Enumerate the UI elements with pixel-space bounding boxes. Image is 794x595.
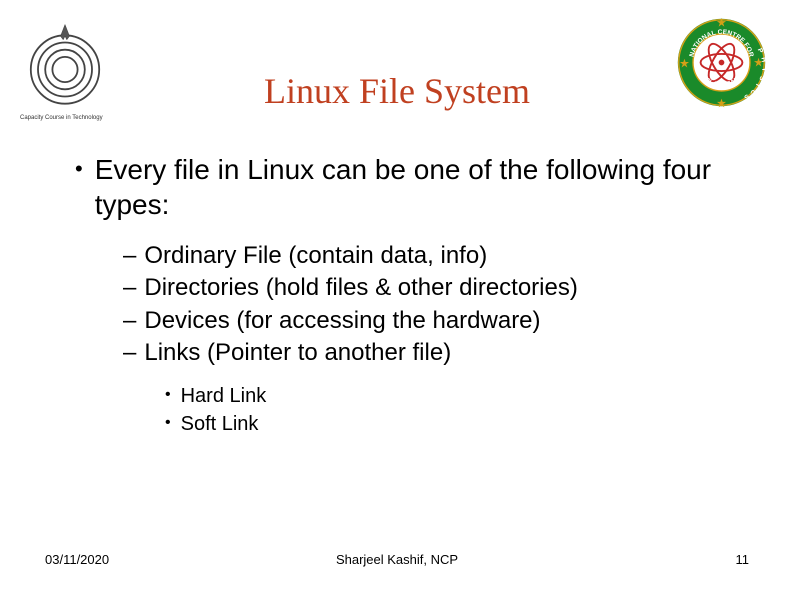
sub-item: – Links (Pointer to another file) [123, 337, 719, 369]
footer-date: 03/11/2020 [45, 552, 109, 567]
footer: 03/11/2020 Sharjeel Kashif, NCP 11 [0, 552, 794, 567]
dash-icon: – [123, 240, 136, 272]
sub-item-text: Links (Pointer to another file) [144, 337, 451, 369]
bullet-dot-icon: • [165, 410, 171, 438]
sub-sub-item-text: Soft Link [181, 410, 259, 438]
logo-left-caption: Capacity Course in Technology [20, 115, 110, 121]
bullet-dot-icon: • [75, 152, 83, 222]
dash-icon: – [123, 305, 136, 337]
footer-page-number: 11 [736, 552, 750, 567]
svg-text:Y: Y [760, 67, 767, 72]
slide: Capacity Course in Technology NATIONAL C [0, 0, 794, 595]
dash-icon: – [123, 337, 136, 369]
main-bullet-text: Every file in Linux can be one of the fo… [95, 152, 719, 222]
footer-author: Sharjeel Kashif, NCP [336, 552, 458, 567]
dash-icon: – [123, 272, 136, 304]
logo-left: Capacity Course in Technology [20, 20, 110, 110]
content-area: • Every file in Linux can be one of the … [0, 152, 794, 438]
sub-item-text: Ordinary File (contain data, info) [144, 240, 487, 272]
concentric-logo-icon [20, 20, 110, 110]
sub-sub-item: • Hard Link [165, 382, 719, 410]
main-bullet: • Every file in Linux can be one of the … [75, 152, 719, 222]
sub-item: – Ordinary File (contain data, info) [123, 240, 719, 272]
sub-item-text: Directories (hold files & other director… [144, 272, 578, 304]
sub-list: – Ordinary File (contain data, info) – D… [75, 240, 719, 370]
logo-right: NATIONAL CENTRE FOR · ISLAMABAD · P H Y … [674, 15, 769, 110]
sub-sub-item: • Soft Link [165, 410, 719, 438]
sub-item: – Directories (hold files & other direct… [123, 272, 719, 304]
sub-sub-item-text: Hard Link [181, 382, 267, 410]
svg-text:H: H [759, 57, 767, 63]
ncp-seal-icon: NATIONAL CENTRE FOR · ISLAMABAD · P H Y … [674, 15, 769, 110]
sub-item-text: Devices (for accessing the hardware) [144, 305, 540, 337]
bullet-dot-icon: • [165, 382, 171, 410]
sub-sub-list: • Hard Link • Soft Link [75, 382, 719, 438]
sub-item: – Devices (for accessing the hardware) [123, 305, 719, 337]
